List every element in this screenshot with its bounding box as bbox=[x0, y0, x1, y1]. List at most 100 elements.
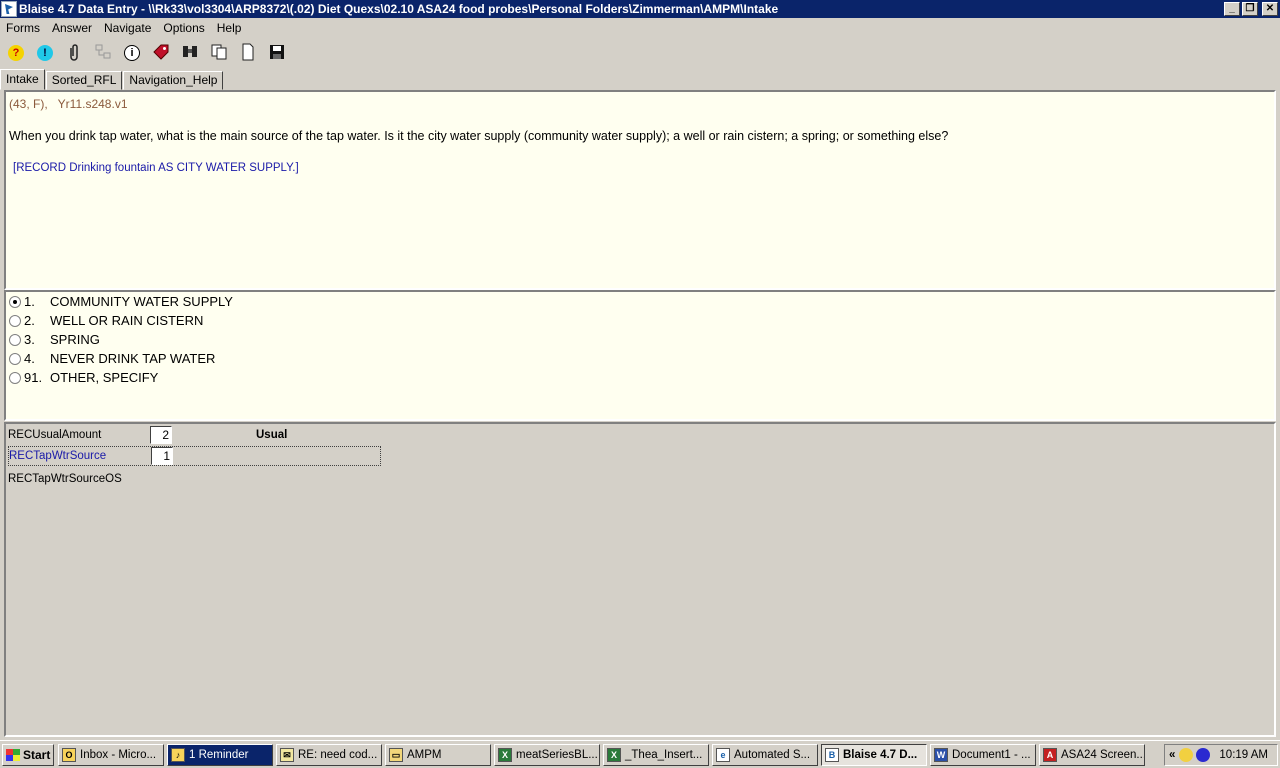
copy-button[interactable] bbox=[208, 42, 230, 64]
answer-panel: 1. COMMUNITY WATER SUPPLY 2. WELL OR RAI… bbox=[4, 290, 1276, 421]
menu-navigate[interactable]: Navigate bbox=[98, 21, 157, 35]
pdf-icon: A bbox=[1043, 747, 1057, 762]
radio-button[interactable] bbox=[9, 333, 21, 346]
mail-icon: ✉ bbox=[280, 747, 294, 762]
toolbar: ? ! i bbox=[0, 40, 1280, 66]
minimize-button[interactable]: _ bbox=[1224, 2, 1240, 16]
save-icon bbox=[269, 44, 285, 63]
taskbar-item-automated[interactable]: e Automated S... bbox=[712, 743, 818, 766]
menu-help[interactable]: Help bbox=[211, 21, 248, 35]
form-row-tap-water-source[interactable]: RECTapWtrSource 1 bbox=[8, 446, 381, 466]
start-button[interactable]: Start bbox=[2, 743, 54, 766]
answer-code: 91. bbox=[24, 370, 43, 385]
help-question-button[interactable]: ? bbox=[5, 42, 27, 64]
taskbar-item-label: ASA24 Screen... bbox=[1061, 748, 1145, 761]
paperclip-icon bbox=[68, 43, 80, 64]
menu-answer[interactable]: Answer bbox=[46, 21, 98, 35]
taskbar-item-meatseries[interactable]: XmeatSeriesBL... bbox=[494, 743, 600, 766]
taskbar-item-mail[interactable]: ✉ RE: need cod... bbox=[276, 743, 382, 766]
help-question-icon: ? bbox=[8, 45, 24, 61]
save-button[interactable] bbox=[266, 42, 288, 64]
question-panel: (43, F), Yr11.s248.v1 When you drink tap … bbox=[4, 90, 1276, 290]
question-meta: (43, F), Yr11.s248.v1 bbox=[9, 97, 128, 111]
taskbar-item-reminder[interactable]: ♪ 1 Reminder bbox=[167, 743, 273, 766]
field-value[interactable]: 1 bbox=[151, 447, 173, 465]
answer-label: COMMUNITY WATER SUPPLY bbox=[50, 294, 233, 309]
radio-button[interactable] bbox=[9, 352, 21, 365]
blaise-icon: B bbox=[825, 747, 839, 762]
word-icon: W bbox=[934, 747, 948, 762]
system-tray: « 10:19 AM bbox=[1164, 744, 1278, 766]
info-button[interactable]: i bbox=[121, 42, 143, 64]
outlook-tray-icon[interactable] bbox=[1179, 748, 1194, 762]
tab-strip: Intake Sorted_RFL Navigation_Help bbox=[0, 69, 224, 90]
answer-code: 2. bbox=[24, 313, 35, 328]
alert-icon: ! bbox=[37, 45, 53, 61]
taskbar-item-thea-insert[interactable]: X _Thea_Insert... bbox=[603, 743, 709, 766]
outlook-icon: O bbox=[62, 747, 76, 762]
field-name: RECTapWtrSource bbox=[9, 450, 107, 462]
answer-code: 1. bbox=[24, 294, 35, 309]
answer-code: 4. bbox=[24, 351, 35, 366]
field-label: Usual bbox=[256, 429, 288, 441]
answer-label: SPRING bbox=[50, 332, 100, 347]
alert-button[interactable]: ! bbox=[34, 42, 56, 64]
answer-option[interactable]: 4. NEVER DRINK TAP WATER bbox=[9, 349, 215, 368]
field-name: RECTapWtrSourceOS bbox=[8, 473, 122, 485]
taskbar-item-label: 1 Reminder bbox=[189, 748, 249, 761]
taskbar-item-label: meatSeriesBL... bbox=[516, 748, 598, 761]
form-pane: RECUsualAmount 2 Usual RECTapWtrSource 1… bbox=[4, 422, 1276, 737]
bell-icon: ♪ bbox=[171, 747, 185, 762]
answer-label: OTHER, SPECIFY bbox=[50, 370, 159, 385]
radio-button[interactable] bbox=[9, 371, 21, 384]
excel-icon: X bbox=[607, 747, 621, 762]
copy-icon bbox=[210, 43, 228, 64]
close-button[interactable]: ✕ bbox=[1262, 2, 1278, 16]
blaise-app-icon[interactable] bbox=[1, 1, 17, 17]
info-icon: i bbox=[124, 45, 140, 61]
answer-option[interactable]: 2. WELL OR RAIN CISTERN bbox=[9, 311, 203, 330]
binoculars-button[interactable] bbox=[179, 42, 201, 64]
taskbar-item-label: Automated S... bbox=[734, 748, 811, 761]
windows-logo-icon bbox=[6, 748, 20, 761]
interviewer-instruction: [RECORD Drinking fountain AS CITY WATER … bbox=[13, 162, 299, 174]
radio-button[interactable] bbox=[9, 314, 21, 327]
new-document-icon bbox=[241, 43, 255, 64]
answer-option[interactable]: 91. OTHER, SPECIFY bbox=[9, 368, 158, 387]
binoculars-icon bbox=[181, 43, 199, 64]
answer-label: WELL OR RAIN CISTERN bbox=[50, 313, 204, 328]
restore-button[interactable]: ❐ bbox=[1242, 2, 1258, 16]
taskbar-item-asa24-screen[interactable]: A ASA24 Screen... bbox=[1039, 743, 1145, 766]
answer-label: NEVER DRINK TAP WATER bbox=[50, 351, 216, 366]
tag-button[interactable] bbox=[150, 42, 172, 64]
tab-sorted-rfl[interactable]: Sorted_RFL bbox=[45, 71, 123, 90]
network-button[interactable] bbox=[92, 42, 114, 64]
new-document-button[interactable] bbox=[237, 42, 259, 64]
field-value[interactable]: 2 bbox=[150, 426, 172, 444]
form-row-usual-amount[interactable]: RECUsualAmount 2 Usual bbox=[8, 425, 287, 445]
paperclip-button[interactable] bbox=[63, 42, 85, 64]
clock[interactable]: 10:19 AM bbox=[1219, 749, 1268, 761]
menu-bar: Forms Answer Navigate Options Help bbox=[0, 18, 1280, 38]
network-tray-icon[interactable] bbox=[1196, 748, 1211, 762]
answer-option[interactable]: 1. COMMUNITY WATER SUPPLY bbox=[9, 292, 233, 311]
form-row-tap-water-source-os[interactable]: RECTapWtrSourceOS bbox=[8, 469, 150, 489]
taskbar: Start O Inbox - Micro... ♪ 1 Reminder ✉ RE:… bbox=[0, 740, 1280, 768]
tab-intake[interactable]: Intake bbox=[0, 69, 45, 90]
tray-expand-button[interactable]: « bbox=[1169, 749, 1175, 761]
answer-option[interactable]: 3. SPRING bbox=[9, 330, 100, 349]
respondent-info: (43, F), bbox=[9, 97, 48, 111]
taskbar-item-inbox[interactable]: O Inbox - Micro... bbox=[58, 743, 164, 766]
start-label: Start bbox=[23, 747, 51, 762]
question-version: Yr11.s248.v1 bbox=[57, 97, 128, 111]
menu-forms[interactable]: Forms bbox=[0, 21, 46, 35]
taskbar-item-label: AMPM bbox=[407, 748, 442, 761]
answer-code: 3. bbox=[24, 332, 35, 347]
taskbar-item-ampm-folder[interactable]: ▭ AMPM bbox=[385, 743, 491, 766]
tab-navigation-help[interactable]: Navigation_Help bbox=[123, 71, 224, 90]
taskbar-item-document1[interactable]: W Document1 - ... bbox=[930, 743, 1036, 766]
menu-options[interactable]: Options bbox=[157, 21, 210, 35]
taskbar-item-blaise[interactable]: B Blaise 4.7 D... bbox=[821, 743, 927, 766]
radio-button[interactable] bbox=[9, 295, 21, 308]
folder-icon: ▭ bbox=[389, 747, 403, 762]
